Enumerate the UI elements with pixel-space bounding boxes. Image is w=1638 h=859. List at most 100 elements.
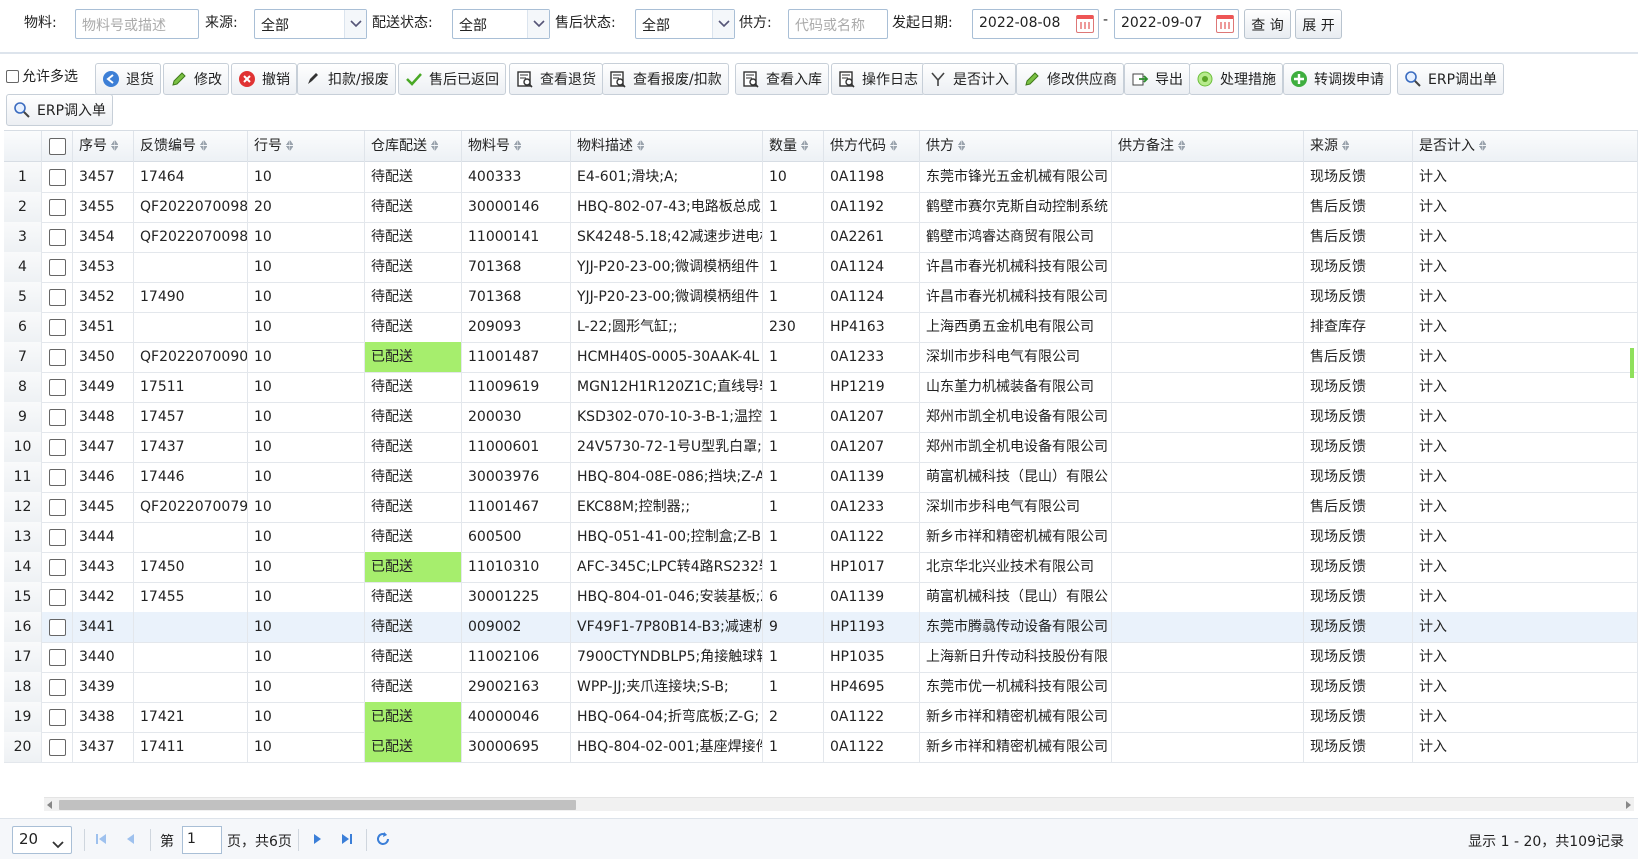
row-checkbox[interactable] [48,468,66,486]
horizontal-scrollbar[interactable] [44,797,1634,811]
expand-button[interactable]: 展 开 [1295,9,1342,39]
allow-multi-checkbox[interactable] [6,69,19,83]
row-checkbox[interactable] [48,198,66,216]
aftersale-status-select[interactable]: 全部 [635,9,735,39]
view-return-button[interactable]: 查看退货 [509,63,603,95]
query-button[interactable]: 查 询 [1244,9,1291,39]
sort-icon[interactable] [1178,140,1185,151]
export-button[interactable]: 导出 [1124,63,1190,95]
row-checkbox[interactable] [48,438,66,456]
row-checkbox[interactable] [48,618,66,636]
table-row[interactable]: 14 3443 17450 10 已配送 11010310 AFC-345C;LPC转4路R… [4,552,1638,583]
sort-icon[interactable] [801,140,808,151]
handling-measures-button[interactable]: 处理措施 [1189,63,1283,95]
table-row[interactable]: 15 3442 17455 10 待配送 30001225 HBQ-804-01-046;安… [4,582,1638,613]
row-checkbox[interactable] [48,648,66,666]
column-header[interactable]: 来源 [1304,131,1413,162]
calendar-icon[interactable] [1076,15,1094,33]
sort-icon[interactable] [890,140,897,151]
table-row[interactable]: 19 3438 17421 10 已配送 40000046 HBQ-064-04;折弯底板;… [4,702,1638,733]
row-checkbox[interactable] [48,378,66,396]
deduct-scrap-button[interactable]: 扣款/报废 [297,63,396,95]
sort-icon[interactable] [1479,140,1486,151]
column-header[interactable]: 供方代码 [824,131,920,162]
row-checkbox[interactable] [48,348,66,366]
chevron-down-icon[interactable] [344,10,366,38]
table-row[interactable]: 16 3441 10 待配送 009002 VF49F1-7P80B14-B3;减速机 9 H… [4,612,1638,643]
column-header[interactable]: 供方备注 [1112,131,1304,162]
sort-icon[interactable] [958,140,965,151]
page-size-select[interactable]: 20 [12,826,72,854]
scroll-thumb[interactable] [59,800,576,810]
sort-icon[interactable] [111,140,118,151]
allow-multi-select[interactable]: 允许多选 [6,66,78,86]
table-row[interactable]: 11 3446 17446 10 待配送 30003976 HBQ-804-08E-086;… [4,462,1638,493]
table-row[interactable]: 9 3448 17457 10 待配送 200030 KSD302-070-10-3-B-1… [4,402,1638,433]
material-input[interactable]: 物料号或描述 [75,9,199,39]
column-header[interactable]: 序号 [73,131,134,162]
scroll-left-icon[interactable] [47,801,52,809]
row-checkbox[interactable] [48,288,66,306]
row-checkbox[interactable] [48,558,66,576]
row-checkbox[interactable] [48,738,66,756]
prev-page-icon[interactable] [122,830,140,848]
chevron-down-icon[interactable] [527,10,549,38]
column-header[interactable]: 物料号 [462,131,571,162]
column-header[interactable]: 数量 [763,131,824,162]
table-row[interactable]: 8 3449 17511 10 待配送 11009619 MGN12H1R120Z1C;直线… [4,372,1638,403]
next-page-icon[interactable] [308,830,326,848]
row-checkbox[interactable] [48,168,66,186]
view-scrap-deduct-button[interactable]: 查看报废/扣款 [602,63,729,95]
row-checkbox[interactable] [48,408,66,426]
row-checkbox[interactable] [48,258,66,276]
table-row[interactable]: 1 3457 17464 10 待配送 400333 E4-601;滑块;A; 10 0A119… [4,162,1638,193]
row-checkbox[interactable] [48,528,66,546]
table-row[interactable]: 13 3444 10 待配送 600500 HBQ-051-41-00;控制盒;Z-B; 1… [4,522,1638,553]
first-page-icon[interactable] [92,830,110,848]
table-row[interactable]: 6 3451 10 待配送 209093 L-22;圆形气缸;; 230 HP4163 上海西勇… [4,312,1638,343]
table-row[interactable]: 2 3455 QF2022070098 20 待配送 30000146 HBQ-802-07… [4,192,1638,223]
column-header[interactable]: 反馈编号 [134,131,248,162]
count-in-button[interactable]: 是否计入 [922,63,1016,95]
current-page-input[interactable]: 1 [182,826,222,854]
column-header[interactable]: 是否计入 [1413,131,1638,162]
table-row[interactable]: 12 3445 QF2022070079 10 待配送 11001467 EKC88M;控制… [4,492,1638,523]
transfer-request-button[interactable]: 转调拨申请 [1283,63,1391,95]
table-row[interactable]: 3 3454 QF2022070098 10 待配送 11000141 SK4248-5.1… [4,222,1638,253]
row-checkbox[interactable] [48,588,66,606]
table-row[interactable]: 7 3450 QF2022070090 10 已配送 11001487 HCMH40S-00… [4,342,1638,373]
table-row[interactable]: 10 3447 17437 10 待配送 11000601 24V5730-72-1号U型乳… [4,432,1638,463]
table-row[interactable]: 17 3440 10 待配送 11002106 7900CTYNDBLP5;角接触球轴 1 H… [4,642,1638,673]
last-page-icon[interactable] [338,830,356,848]
erp-outbound-button[interactable]: ERP调出单 [1397,63,1505,95]
date-to-input[interactable]: 2022-09-07 [1114,9,1239,39]
revoke-button[interactable]: 撤销 [231,63,297,95]
column-header[interactable]: 仓库配送 [365,131,462,162]
row-checkbox[interactable] [48,678,66,696]
column-header[interactable]: 物料描述 [571,131,763,162]
row-checkbox[interactable] [48,498,66,516]
aftersale-returned-button[interactable]: 售后已返回 [398,63,506,95]
edit-supplier-button[interactable]: 修改供应商 [1016,63,1124,95]
return-button[interactable]: 退货 [95,63,161,95]
sort-icon[interactable] [514,140,521,151]
select-all-checkbox[interactable] [48,138,66,155]
refresh-icon[interactable] [374,830,392,848]
chevron-down-icon[interactable] [712,10,734,38]
row-checkbox[interactable] [48,228,66,246]
column-header[interactable]: 供方 [920,131,1112,162]
sort-icon[interactable] [200,140,207,151]
edit-button[interactable]: 修改 [163,63,229,95]
row-checkbox[interactable] [48,708,66,726]
table-row[interactable]: 4 3453 10 待配送 701368 YJJ-P20-23-00;微调模柄组件 1 0A1… [4,252,1638,283]
table-row[interactable]: 18 3439 10 待配送 29002163 WPP-JJ;夹爪连接块;S-B; 1 HP4… [4,672,1638,703]
sort-icon[interactable] [286,140,293,151]
sort-icon[interactable] [431,140,438,151]
table-row[interactable]: 20 3437 17411 10 已配送 30000695 HBQ-804-02-001;基… [4,732,1638,763]
row-checkbox[interactable] [48,318,66,336]
erp-inbound-button[interactable]: ERP调入单 [6,94,114,126]
column-header[interactable]: 行号 [248,131,365,162]
table-row[interactable]: 5 3452 17490 10 待配送 701368 YJJ-P20-23-00;微调模柄组… [4,282,1638,313]
sort-icon[interactable] [637,140,644,151]
source-select[interactable]: 全部 [254,9,367,39]
